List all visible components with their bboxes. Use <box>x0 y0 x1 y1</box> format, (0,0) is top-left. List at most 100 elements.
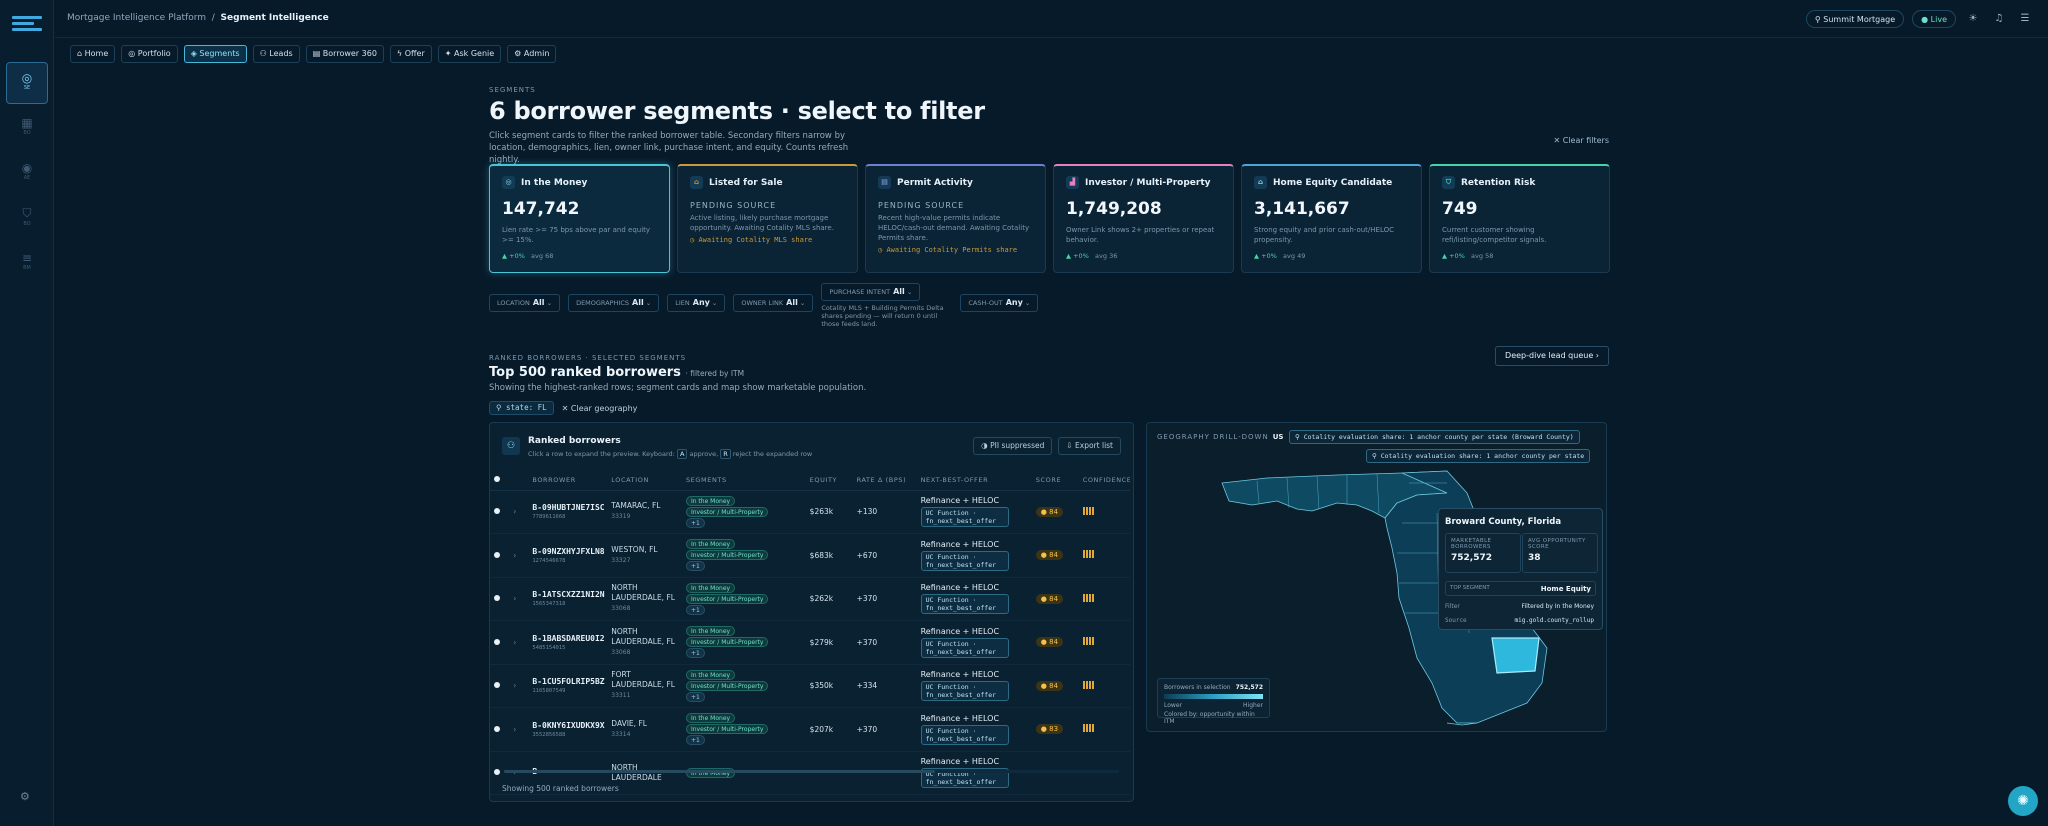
segment-tag: Investor / Multi-Property <box>685 593 769 604</box>
broward-county[interactable] <box>1491 637 1540 674</box>
expand-chevron-icon[interactable]: › <box>509 707 529 752</box>
export-list-button[interactable]: ⇩ Export list <box>1058 437 1121 455</box>
segment-card-retention-risk[interactable]: ⛉ Retention Risk 749 Current customer sho… <box>1429 164 1610 273</box>
assistant-fab[interactable]: ✺ <box>2008 786 2038 816</box>
next-best-offer: Refinance + HELOC <box>920 539 1000 549</box>
menu-icon[interactable]: ☰ <box>2016 10 2034 28</box>
uc-function-chip[interactable]: UC Function · fn_next_best_offer <box>920 550 1009 571</box>
uc-function-chip[interactable]: UC Function · fn_next_best_offer <box>920 507 1009 528</box>
sidebar-item-settings[interactable]: ≡ BM <box>6 243 48 285</box>
tab-ask-genie[interactable]: ✦ Ask Genie <box>437 45 502 63</box>
borrower-id[interactable]: B-1BABSDAREU0I2 <box>532 634 604 643</box>
col-rate[interactable]: RATE Δ (BPS) <box>852 470 917 491</box>
filter-owner-link[interactable]: OWNER LINK All ⌄ <box>733 294 814 312</box>
segment-tag: +1 <box>685 735 705 746</box>
filter-lien[interactable]: LIEN Any ⌄ <box>667 294 726 312</box>
expand-chevron-icon[interactable]: › <box>509 577 529 621</box>
rate-delta: +670 <box>852 533 917 578</box>
segment-card-investor[interactable]: ▟ Investor / Multi-Property 1,749,208 Own… <box>1053 164 1234 273</box>
clear-geography-button[interactable]: ✕ Clear geography <box>562 404 638 413</box>
score-badge: ● 83 <box>1035 724 1064 735</box>
col-confidence[interactable]: CONFIDENCE <box>1078 470 1130 491</box>
uc-function-chip[interactable]: UC Function · fn_next_best_offer <box>920 724 1009 745</box>
sidebar-item-ae[interactable]: ◉ AE <box>6 153 48 195</box>
filter-demographics[interactable]: DEMOGRAPHICS All ⌄ <box>568 294 660 312</box>
table-row[interactable]: › B-1ATSCXZZ1NI2N 1565347318 NORTH LAUDER… <box>490 577 1130 621</box>
sparkle-icon: ✺ <box>2017 793 2029 809</box>
col-borrower[interactable]: BORROWER <box>528 470 608 491</box>
deep-dive-button[interactable]: Deep-dive lead queue › <box>1495 346 1609 366</box>
ranked-borrowers-panel: ⚇ Ranked borrowers Click a row to expand… <box>489 422 1134 802</box>
borrower-id[interactable]: B-0KNY6IXUDKX9X <box>532 721 604 730</box>
table-row[interactable]: › B-0KNY6IXUDKX9X 3552856588 DAVIE, FL 333… <box>490 707 1130 752</box>
gear-icon[interactable]: ⚙ <box>20 790 30 803</box>
filter-cash-out[interactable]: CASH-OUT Any ⌄ <box>960 294 1039 312</box>
segment-card-home-equity[interactable]: ⌂ Home Equity Candidate 3,141,667 Strong … <box>1241 164 1422 273</box>
col-segments[interactable]: SEGMENTS <box>681 470 806 491</box>
download-icon: ⇩ <box>1066 441 1073 450</box>
expand-chevron-icon[interactable]: › <box>509 664 529 708</box>
breadcrumb-current: Segment Intelligence <box>220 13 329 23</box>
row-select-radio[interactable] <box>494 551 500 558</box>
filter-location[interactable]: LOCATION All ⌄ <box>489 294 561 312</box>
table-row[interactable]: › B-09NZXHYJFXLN8 1274546678 WESTON, FL 33… <box>490 533 1130 578</box>
expand-chevron-icon[interactable]: › <box>509 490 529 534</box>
confidence-bars <box>1082 724 1095 733</box>
row-select-radio[interactable] <box>494 725 500 732</box>
row-select-radio[interactable] <box>494 682 500 689</box>
col-location[interactable]: LOCATION <box>607 470 682 491</box>
brain-icon: ◉ <box>21 161 33 175</box>
tab-home[interactable]: ⌂ Home <box>70 45 116 63</box>
equity-value: $263k <box>805 490 853 534</box>
app-logo[interactable] <box>12 16 42 38</box>
uc-function-chip[interactable]: UC Function · fn_next_best_offer <box>920 681 1009 702</box>
row-select-radio[interactable] <box>494 638 500 645</box>
tab-segments[interactable]: ◈ Segments <box>183 45 247 63</box>
segment-card-permit-activity[interactable]: ▤ Permit Activity PENDING SOURCE Recent h… <box>865 164 1046 273</box>
tab-borrower-360[interactable]: ▤ Borrower 360 <box>305 45 384 63</box>
ranked-title: Top 500 ranked borrowers · filtered by I… <box>489 365 745 380</box>
sun-icon[interactable]: ☀ <box>1964 10 1982 28</box>
table-row[interactable]: › B-09HUBTJNE7ISC 7789611668 TAMARAC, FL 3… <box>490 490 1130 534</box>
select-all-radio[interactable] <box>494 475 500 482</box>
table-row[interactable]: › B-1BABSDAREU0I2 5485154015 NORTH LAUDER… <box>490 620 1130 665</box>
bell-icon[interactable]: ♫ <box>1990 10 2008 28</box>
geography-panel: GEOGRAPHY DRILL-DOWNUS › ⚲ Cotality eval… <box>1146 422 1607 732</box>
row-select-radio[interactable] <box>494 769 500 776</box>
sidebar-item-segments[interactable]: ◎ SE <box>6 62 48 104</box>
map-legend: Borrowers in selection 752,572 Lower High… <box>1157 678 1270 725</box>
tab-portfolio[interactable]: ◎ Portfolio <box>121 45 178 63</box>
expand-chevron-icon[interactable]: › <box>509 533 529 578</box>
col-equity[interactable]: EQUITY <box>805 470 853 491</box>
tag-icon: ⌂ <box>690 176 703 189</box>
purchase-intent-note: Cotality MLS + Building Permits Delta sh… <box>821 304 944 328</box>
uc-function-chip[interactable]: UC Function · fn_next_best_offer <box>920 637 1009 658</box>
borrower-id[interactable]: B-09NZXHYJFXLN8 <box>532 547 604 556</box>
borrower-id[interactable]: B-1ATSCXZZ1NI2N <box>532 590 604 599</box>
sidebar-item-shield[interactable]: ⛉ BO <box>6 198 48 240</box>
row-select-radio[interactable] <box>494 508 500 515</box>
borrower-id[interactable]: B-1CU5FOLRIP5BZ <box>532 677 604 686</box>
expand-chevron-icon[interactable]: › <box>509 620 529 665</box>
rate-delta: +370 <box>852 577 917 621</box>
dot-icon: ● <box>1921 15 1929 24</box>
uc-function-chip[interactable]: UC Function · fn_next_best_offer <box>920 594 1009 615</box>
segment-tag: Investor / Multi-Property <box>685 680 769 691</box>
table-row[interactable]: › B-1CU5FOLRIP5BZ 1165807549 FORT LAUDERD… <box>490 664 1130 708</box>
clear-filters-button[interactable]: ✕ Clear filters <box>1554 136 1610 145</box>
segment-card-listed-for-sale[interactable]: ⌂ Listed for Sale PENDING SOURCE Active l… <box>677 164 858 273</box>
filter-purchase-intent[interactable]: PURCHASE INTENT All ⌄ <box>821 283 921 301</box>
tenant-selector[interactable]: ⚲ Summit Mortgage <box>1805 10 1905 28</box>
breadcrumb-root[interactable]: Mortgage Intelligence Platform <box>67 13 206 23</box>
tab-admin[interactable]: ⚙ Admin <box>507 45 557 63</box>
tab-offer[interactable]: ϟ Offer <box>389 45 432 63</box>
state-filter-chip[interactable]: ⚲ state: FL <box>489 401 554 415</box>
row-select-radio[interactable] <box>494 595 500 602</box>
col-score[interactable]: SCORE <box>1031 470 1079 491</box>
segment-card-in-the-money[interactable]: ◎ In the Money 147,742 Lien rate >= 75 bp… <box>489 164 670 273</box>
borrower-id[interactable]: B-09HUBTJNE7ISC <box>532 503 604 512</box>
sidebar-item-portfolio[interactable]: ▦ BO <box>6 108 48 150</box>
horizontal-scrollbar[interactable] <box>504 770 1119 773</box>
col-offer[interactable]: NEXT-BEST-OFFER <box>916 470 1032 491</box>
tab-leads[interactable]: ⚇ Leads <box>252 45 300 63</box>
